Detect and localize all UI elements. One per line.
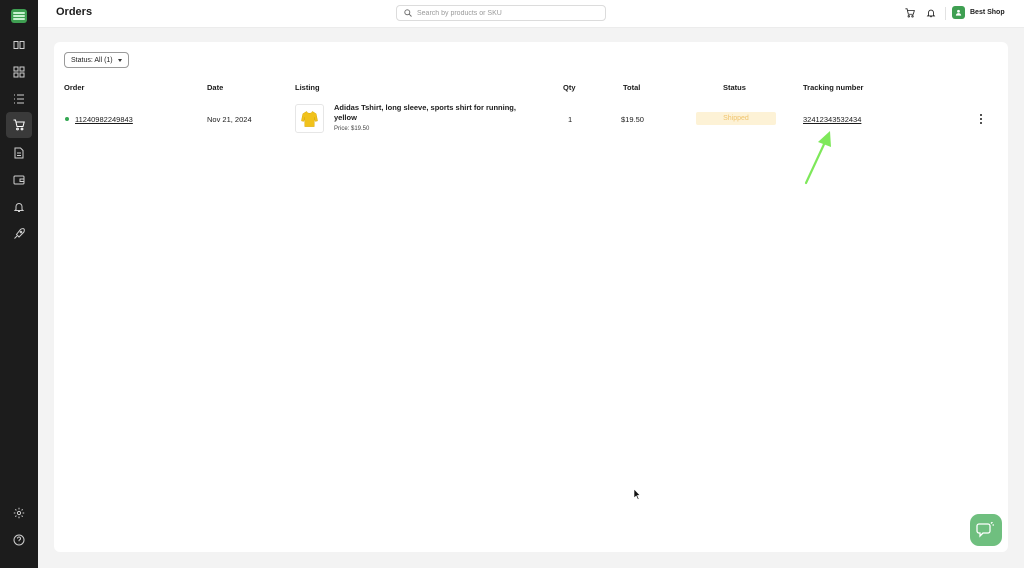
sidebar-cart-icon[interactable] (6, 112, 32, 138)
sidebar-list-icon[interactable] (6, 86, 32, 112)
search-input[interactable] (417, 7, 602, 19)
order-status-dot (65, 117, 69, 121)
product-price: Price: $19.50 (334, 126, 370, 132)
column-header-order[interactable]: Order (64, 83, 84, 92)
column-header-status[interactable]: Status (723, 83, 746, 92)
logo-icon[interactable] (11, 9, 27, 23)
page-title: Orders (56, 6, 93, 18)
product-title[interactable]: Adidas Tshirt, long sleeve, sports shirt… (334, 103, 534, 122)
yellow-tshirt-icon (301, 110, 318, 127)
status-filter-dropdown[interactable]: Status: All (1) (64, 52, 129, 68)
sidebar-catalog-icon[interactable] (6, 32, 32, 58)
sidebar (0, 0, 38, 568)
notification-bell-icon[interactable] (924, 6, 938, 20)
user-icon (955, 9, 962, 16)
topbar-divider (945, 7, 946, 20)
cart-icon[interactable] (903, 6, 917, 20)
order-total: $19.50 (621, 115, 644, 124)
tracking-number-link[interactable]: 32412343532434 (803, 115, 861, 124)
search-box[interactable] (396, 5, 606, 21)
caret-down-icon (117, 58, 122, 62)
column-header-tracking-number[interactable]: Tracking number (803, 83, 863, 92)
order-number-link[interactable]: 11240982249843 (75, 115, 133, 124)
chat-support-button[interactable] (970, 514, 1002, 546)
orders-card: Status: All (1) Order Date Listing Qty T… (54, 42, 1008, 552)
top-bar: Orders Best Shop (38, 0, 1024, 28)
sidebar-help-icon[interactable] (6, 527, 32, 553)
sidebar-wallet-icon[interactable] (6, 167, 32, 193)
status-badge: Shipped (696, 112, 776, 125)
order-date: Nov 21, 2024 (207, 115, 252, 124)
sidebar-document-icon[interactable] (6, 140, 32, 166)
shop-avatar[interactable] (952, 6, 965, 19)
order-qty: 1 (568, 115, 573, 124)
chat-bubble-icon (976, 521, 994, 538)
column-header-total[interactable]: Total (623, 83, 640, 92)
sidebar-settings-icon[interactable] (6, 500, 32, 526)
sidebar-dashboard-icon[interactable] (6, 59, 32, 85)
shop-name[interactable]: Best Shop (970, 9, 1005, 16)
row-more-options-icon[interactable] (976, 112, 986, 126)
search-icon (404, 9, 412, 17)
sidebar-bell-icon[interactable] (6, 194, 32, 220)
status-filter-label: Status: All (1) (71, 56, 113, 64)
column-header-listing[interactable]: Listing (295, 83, 320, 92)
column-header-qty[interactable]: Qty (563, 83, 576, 92)
column-header-date[interactable]: Date (207, 83, 223, 92)
sidebar-rocket-icon[interactable] (6, 221, 32, 247)
product-thumbnail[interactable] (295, 104, 324, 133)
